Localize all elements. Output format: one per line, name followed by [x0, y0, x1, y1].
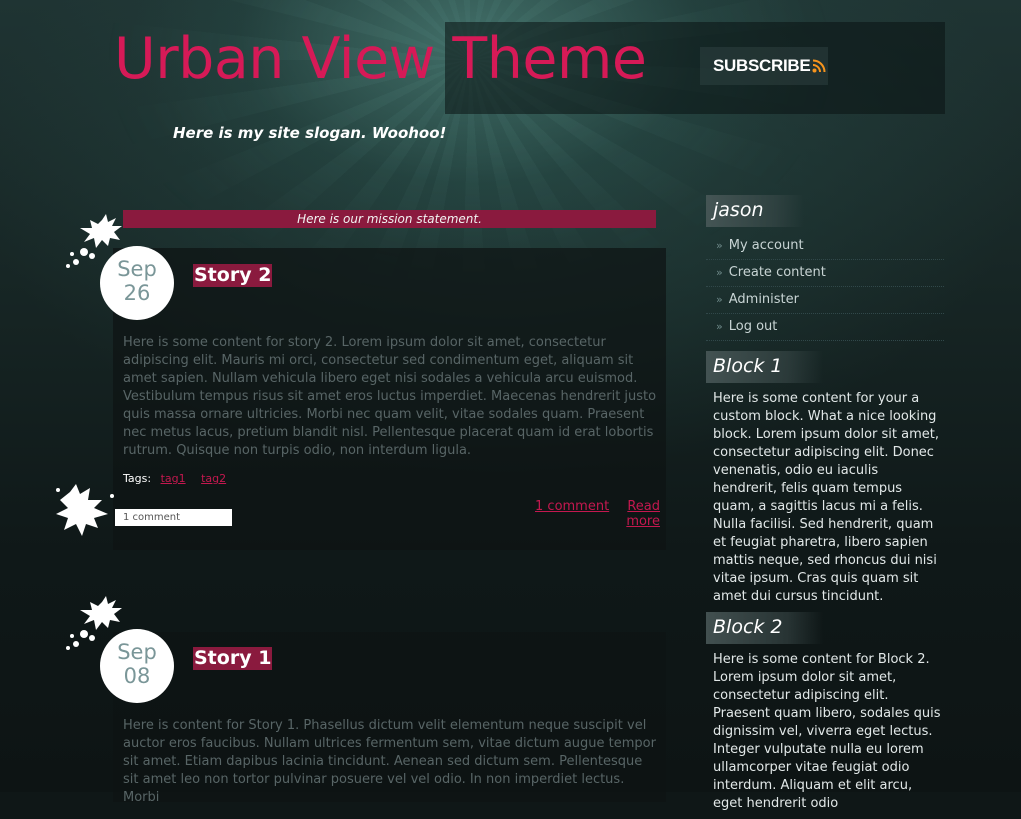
- chevron-right-icon: »: [716, 239, 723, 252]
- story-links: 1 comment Read more: [500, 499, 660, 529]
- post-date: Sep 26: [100, 246, 174, 320]
- post-date-month: Sep: [117, 257, 157, 281]
- sidebar: jason » My account » Create content » Admin…: [706, 195, 944, 819]
- story-body: Here is some content for story 2. Lorem …: [123, 335, 657, 458]
- block2-title: Block 2: [706, 612, 823, 644]
- tag-link[interactable]: tag1: [161, 472, 186, 485]
- comment-link[interactable]: 1 comment: [535, 499, 609, 514]
- post-date: Sep 08: [100, 629, 174, 703]
- menu-item-label: Log out: [728, 319, 778, 334]
- story-title[interactable]: Story 1: [193, 647, 273, 670]
- block1-body: Here is some content for your a custom b…: [713, 391, 939, 604]
- chevron-right-icon: »: [716, 320, 723, 333]
- post-date-day: 26: [123, 281, 151, 305]
- post-date-day: 08: [123, 664, 151, 688]
- site-name[interactable]: Urban View Theme: [114, 24, 647, 94]
- user-block-title: jason: [706, 195, 804, 227]
- menu-item-create-content[interactable]: » Create content: [706, 260, 944, 287]
- story-tags: Tags: tag1 tag2: [123, 472, 226, 485]
- menu-item-label: Administer: [728, 292, 799, 307]
- story-body: Here is content for Story 1. Phasellus d…: [123, 718, 656, 805]
- menu-item-log-out[interactable]: » Log out: [706, 314, 944, 341]
- block2-body: Here is some content for Block 2. Lorem …: [713, 652, 941, 811]
- site-slogan: Here is my site slogan. Woohoo!: [173, 124, 447, 142]
- user-menu: » My account » Create content » Administer …: [706, 233, 944, 341]
- menu-item-administer[interactable]: » Administer: [706, 287, 944, 314]
- chevron-right-icon: »: [716, 266, 723, 279]
- rss-icon: [812, 59, 826, 73]
- mission-statement: Here is our mission statement.: [123, 210, 656, 228]
- post-date-month: Sep: [117, 640, 157, 664]
- menu-item-my-account[interactable]: » My account: [706, 233, 944, 260]
- subscribe-button[interactable]: SUBSCRIBE: [700, 47, 828, 85]
- chevron-right-icon: »: [716, 293, 723, 306]
- menu-item-label: Create content: [728, 265, 826, 280]
- block1-title: Block 1: [706, 351, 823, 383]
- comment-count-badge: 1 comment: [115, 509, 232, 526]
- story-title[interactable]: Story 2: [193, 264, 273, 287]
- tag-link[interactable]: tag2: [201, 472, 226, 485]
- subscribe-label: SUBSCRIBE: [713, 56, 811, 75]
- read-more-link[interactable]: Read more: [626, 499, 660, 529]
- menu-item-label: My account: [728, 238, 804, 253]
